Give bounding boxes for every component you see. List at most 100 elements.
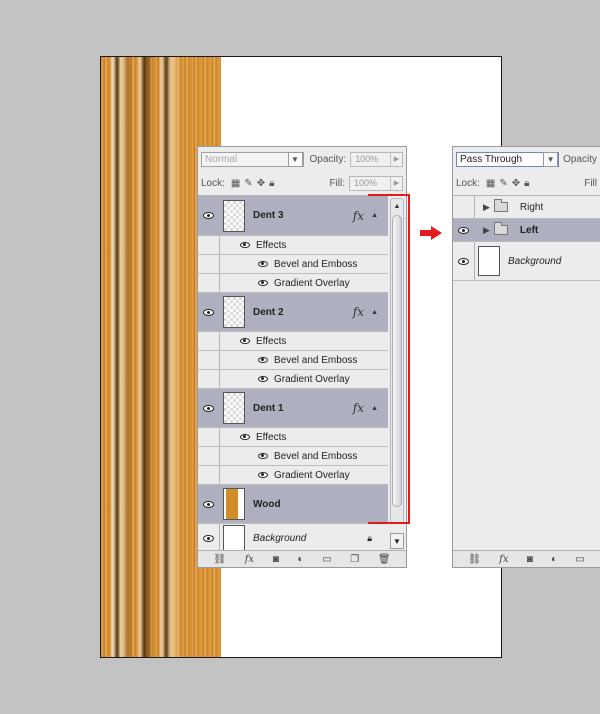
brush-icon[interactable]: ✎ [499, 178, 507, 189]
adjustment-icon[interactable]: ◐ [551, 554, 557, 565]
checker-icon[interactable]: ▦ [231, 178, 240, 189]
eye-icon[interactable] [258, 261, 268, 267]
chevron-right-icon[interactable]: ▶ [390, 152, 402, 166]
link-icon[interactable]: ⛓︎ [213, 554, 226, 565]
effect-row[interactable]: Bevel and Emboss [198, 255, 388, 274]
layer-dent-1[interactable]: Dent 1 fx ▲ [198, 389, 388, 428]
blend-bar: Pass Through ▼ Opacity [453, 147, 600, 171]
eye-icon[interactable] [258, 453, 268, 459]
effect-row[interactable]: Gradient Overlay [198, 466, 388, 485]
arrow-right-icon [420, 226, 442, 240]
eye-icon[interactable] [258, 280, 268, 286]
chevron-down-icon[interactable]: ▼ [543, 151, 559, 167]
eye-icon[interactable] [198, 485, 220, 523]
fill-label: Fill: [329, 177, 345, 189]
eye-icon[interactable] [258, 472, 268, 478]
highlight-bracket [368, 194, 410, 524]
fx-icon[interactable]: fx [353, 209, 364, 223]
eye-icon[interactable] [258, 357, 268, 363]
effect-row[interactable]: Gradient Overlay [198, 274, 388, 293]
eye-icon[interactable] [240, 434, 250, 440]
effect-label: Bevel and Emboss [274, 258, 358, 270]
layers-list: ▶ Right ▶ Left Background [453, 195, 600, 550]
eye-icon[interactable] [453, 242, 475, 280]
layer-name: Background [508, 255, 562, 267]
expand-triangle-icon[interactable]: ▶ [483, 202, 490, 213]
chevron-down-icon[interactable]: ▼ [390, 533, 404, 549]
effect-row[interactable]: Bevel and Emboss [198, 447, 388, 466]
effect-label: Bevel and Emboss [274, 450, 358, 462]
layer-name: Dent 1 [253, 402, 284, 414]
opacity-label: Opacity [563, 153, 597, 165]
checker-icon[interactable]: ▦ [486, 178, 495, 189]
eye-icon[interactable] [453, 196, 475, 218]
move-icon[interactable]: ✥ [512, 178, 520, 189]
folder-icon[interactable]: ▭ [575, 554, 584, 565]
opacity-field[interactable]: 100% ▶ [350, 151, 403, 167]
eye-icon[interactable] [240, 338, 250, 344]
blend-mode-select[interactable]: Normal ▼ [201, 151, 304, 167]
effect-label: Gradient Overlay [274, 373, 350, 385]
folder-icon [493, 222, 508, 235]
chevron-down-icon[interactable]: ▼ [287, 151, 303, 167]
blend-mode-value: Normal [205, 153, 238, 165]
effects-row[interactable]: Effects [198, 236, 388, 255]
adjustment-icon[interactable]: ◐ [297, 554, 303, 565]
eye-icon[interactable] [198, 196, 220, 235]
lock-label: Lock: [201, 177, 225, 189]
layer-thumbnail [223, 296, 245, 328]
layer-name: Dent 2 [253, 306, 284, 318]
layer-group-left[interactable]: ▶ Left [453, 219, 600, 242]
layer-wood[interactable]: Wood [198, 485, 388, 524]
layer-background[interactable]: Background 🔒︎ [198, 524, 388, 550]
panel-footer: ⛓︎ fx ◙ ◐ ▭ [453, 550, 600, 567]
effect-label: Gradient Overlay [274, 469, 350, 481]
layer-group-right[interactable]: ▶ Right [453, 196, 600, 219]
eye-icon[interactable] [240, 242, 250, 248]
layer-dent-3[interactable]: Dent 3 fx ▲ [198, 196, 388, 236]
layer-name: Background [253, 532, 307, 544]
eye-icon[interactable] [198, 389, 220, 427]
link-icon[interactable]: ⛓︎ [468, 554, 481, 565]
trash-icon[interactable]: 🗑︎ [378, 554, 391, 565]
lock-icon: 🔒︎ [367, 532, 372, 543]
effect-row[interactable]: Bevel and Emboss [198, 351, 388, 370]
blend-mode-value: Pass Through [460, 153, 523, 165]
blend-bar: Normal ▼ Opacity: 100% ▶ [198, 147, 406, 171]
fill-field[interactable]: 100% ▶ [349, 175, 403, 191]
eye-icon[interactable] [198, 524, 220, 550]
layer-dent-2[interactable]: Dent 2 fx ▲ [198, 293, 388, 332]
expand-triangle-icon[interactable]: ▶ [483, 225, 490, 236]
lock-bar: Lock: ▦ ✎ ✥ 🔒︎ Fill [453, 171, 600, 195]
effects-row[interactable]: Effects [198, 332, 388, 351]
move-icon[interactable]: ✥ [257, 178, 265, 189]
eye-icon[interactable] [258, 376, 268, 382]
blend-mode-select[interactable]: Pass Through ▼ [456, 151, 560, 167]
mask-icon[interactable]: ◙ [527, 554, 533, 565]
effect-row[interactable]: Gradient Overlay [198, 370, 388, 389]
layer-thumbnail [223, 392, 245, 424]
opacity-value: 100% [355, 154, 379, 164]
folder-icon[interactable]: ▭ [322, 554, 331, 565]
eye-icon[interactable] [198, 293, 220, 331]
layers-panel-right: Pass Through ▼ Opacity Lock: ▦ ✎ ✥ 🔒︎ Fi… [452, 146, 600, 568]
lock-icon[interactable]: 🔒︎ [524, 178, 529, 189]
eye-icon[interactable] [453, 219, 475, 241]
fx-icon[interactable]: fx [499, 554, 508, 565]
mask-icon[interactable]: ◙ [273, 554, 279, 565]
layer-background[interactable]: Background [453, 242, 600, 281]
fx-icon[interactable]: fx [353, 305, 364, 319]
layer-name: Wood [253, 498, 281, 510]
layer-thumbnail [223, 488, 245, 520]
chevron-right-icon[interactable]: ▶ [390, 176, 402, 190]
layer-name: Right [519, 201, 544, 213]
lock-icon[interactable]: 🔒︎ [269, 178, 274, 189]
effects-row[interactable]: Effects [198, 428, 388, 447]
brush-icon[interactable]: ✎ [244, 178, 252, 189]
new-layer-icon[interactable]: ❐ [350, 554, 359, 565]
fill-value: 100% [354, 178, 378, 188]
fx-icon[interactable]: fx [245, 554, 254, 565]
effects-label: Effects [256, 239, 287, 251]
fill-label: Fill [584, 177, 597, 189]
fx-icon[interactable]: fx [353, 401, 364, 415]
